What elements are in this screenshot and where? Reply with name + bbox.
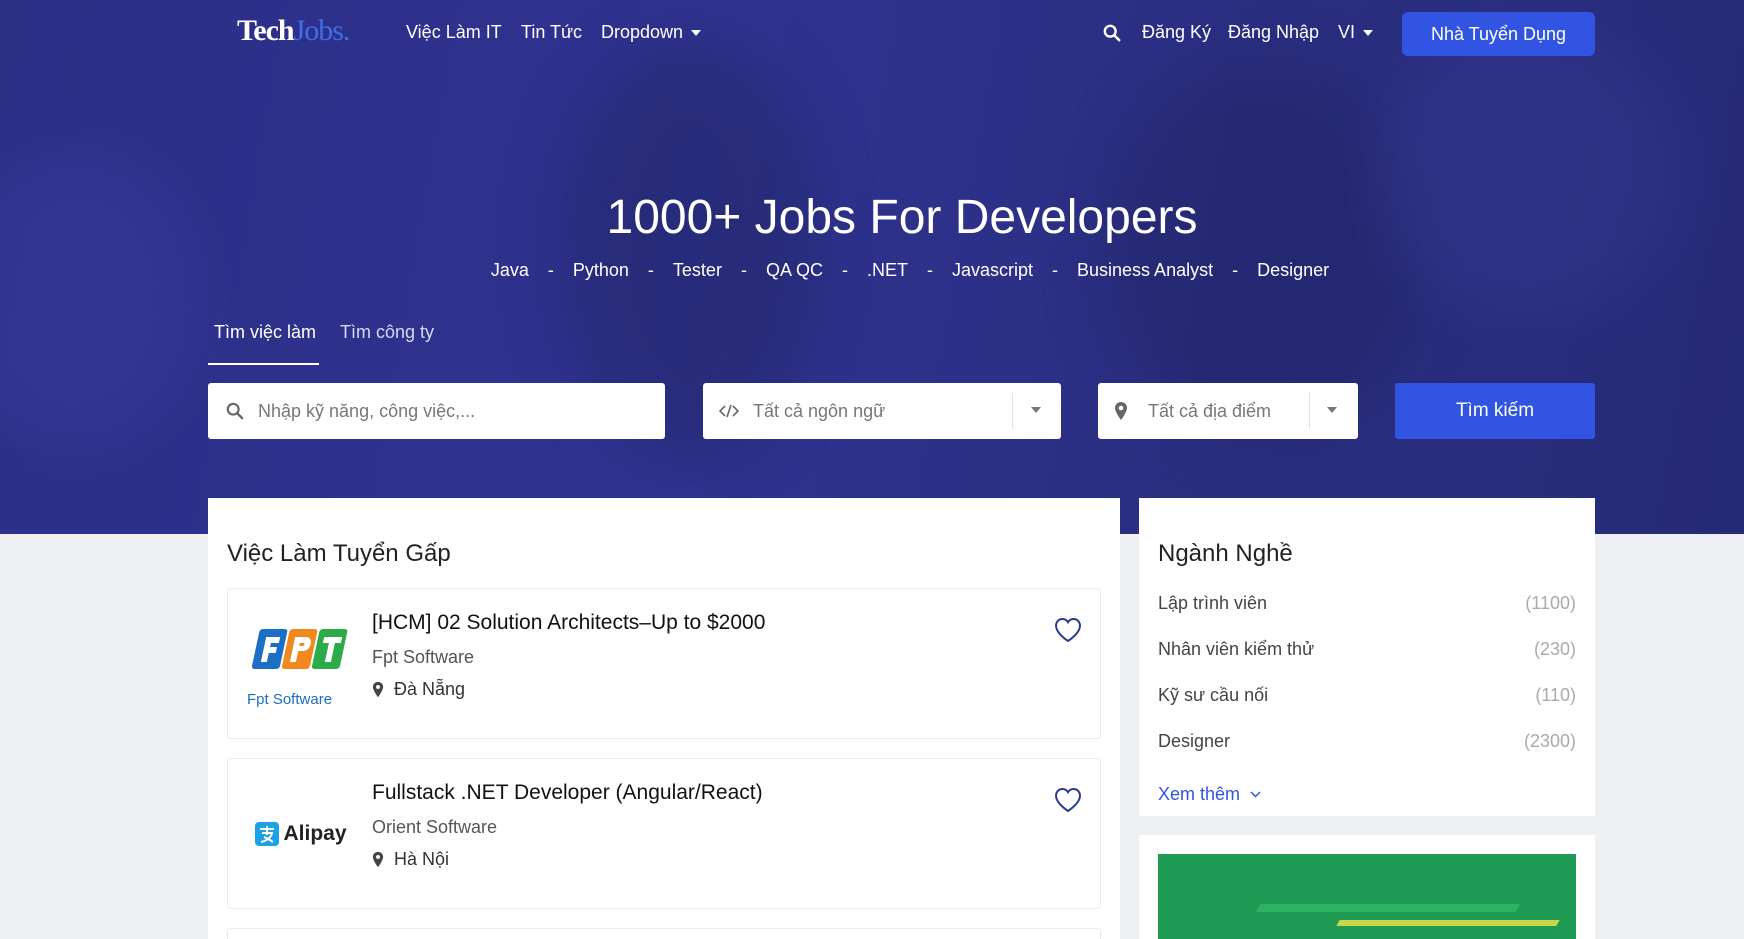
category-count: (1100) [1525, 593, 1576, 613]
nav-link-news[interactable]: Tin Tức [521, 22, 582, 43]
login-link[interactable]: Đăng Nhập [1228, 22, 1319, 43]
job-card[interactable]: Alipay Fullstack .NET Developer (Angular… [227, 758, 1101, 909]
company-name[interactable]: Fpt Software [372, 647, 474, 668]
keyword-search-input[interactable]: Nhập kỹ năng, công việc,... [208, 383, 665, 439]
map-pin-icon [372, 681, 384, 698]
category-item[interactable]: Nhân viên kiểm thử (230) [1158, 639, 1576, 660]
category-label: Kỹ sư cầu nối [1158, 685, 1269, 705]
map-pin-icon [372, 851, 384, 868]
tag-designer[interactable]: Designer [1257, 260, 1329, 281]
tag-qa-qc[interactable]: QA QC [766, 260, 823, 281]
categories-card: Ngành Nghề Lập trình viên (1100) Nhân viê… [1139, 498, 1595, 816]
tag-business-analyst[interactable]: Business Analyst [1077, 260, 1213, 281]
keyword-placeholder: Nhập kỹ năng, công việc,... [258, 401, 476, 421]
urgent-jobs-card: Việc Làm Tuyển Gấp Fpt Software [HCM] 02… [208, 498, 1120, 939]
employer-button[interactable]: Nhà Tuyển Dụng [1402, 12, 1595, 56]
categories-title: Ngành Nghề [1158, 540, 1293, 567]
tag-separator: - [547, 260, 554, 280]
top-navbar: TechJobs. Việc Làm IT Tin Tức Dropdown Đ… [0, 0, 1744, 66]
company-logo: Fpt Software [244, 609, 358, 719]
language-label: VI [1338, 22, 1356, 42]
chevron-down-icon [1031, 407, 1041, 413]
ad-banner-image[interactable] [1158, 854, 1576, 939]
job-card[interactable]: Fpt Software [HCM] 02 Solution Architect… [227, 588, 1101, 739]
chevron-down-icon [1327, 407, 1337, 413]
location-value: Tất cả địa điểm [1148, 401, 1272, 421]
search-icon [226, 402, 244, 420]
banner-stripe [1255, 904, 1521, 912]
tab-find-jobs[interactable]: Tìm việc làm [214, 322, 316, 343]
job-location-text: Hà Nội [394, 849, 450, 869]
code-icon [719, 404, 739, 418]
chevron-down-icon [691, 30, 702, 37]
language-value: Tất cả ngôn ngữ [753, 401, 886, 421]
company-logo-text: Fpt Software [247, 691, 333, 708]
job-location: Hà Nội [372, 849, 449, 870]
see-more-link[interactable]: Xem thêm [1158, 784, 1261, 805]
tag-java[interactable]: Java [491, 260, 529, 281]
category-count: (2300) [1523, 731, 1576, 751]
register-link[interactable]: Đăng Ký [1142, 22, 1211, 43]
job-title[interactable]: [HCM] 02 Solution Architects–Up to $2000 [372, 611, 765, 635]
location-select[interactable]: Tất cả địa điểm [1098, 383, 1358, 439]
tag-separator: - [1232, 260, 1239, 280]
language-selector[interactable]: VI [1338, 22, 1374, 43]
category-label: Designer [1158, 731, 1231, 751]
chevron-down-icon [1363, 30, 1374, 37]
nav-dropdown-label: Dropdown [601, 22, 684, 42]
hero-title: 1000+ Jobs For Developers [606, 191, 1198, 244]
tag-dotnet[interactable]: .NET [867, 260, 908, 281]
heart-icon[interactable] [1054, 617, 1082, 643]
tag-javascript[interactable]: Javascript [952, 260, 1033, 281]
tag-separator: - [926, 260, 933, 280]
category-label: Lập trình viên [1158, 593, 1268, 613]
select-divider [1012, 393, 1013, 429]
job-title[interactable]: Fullstack .NET Developer (Angular/React) [372, 781, 763, 805]
alipay-logo-icon [255, 822, 280, 846]
job-location: Đà Nẵng [372, 679, 465, 700]
map-pin-icon [1115, 402, 1127, 420]
site-logo[interactable]: TechJobs. [237, 14, 350, 48]
nav-link-it-jobs[interactable]: Việc Làm IT [406, 22, 502, 43]
company-logo-text: Alipay [283, 822, 347, 845]
banner-stripe [1336, 920, 1560, 926]
search-icon[interactable] [1103, 24, 1121, 42]
heart-icon[interactable] [1054, 787, 1082, 813]
active-tab-indicator [208, 363, 319, 365]
search-submit-button[interactable]: Tìm kiếm [1395, 383, 1595, 439]
tag-separator: - [740, 260, 747, 280]
select-divider [1309, 393, 1310, 429]
chevron-down-icon [1250, 791, 1261, 798]
nav-dropdown[interactable]: Dropdown [601, 22, 702, 43]
language-select[interactable]: Tất cả ngôn ngữ [703, 383, 1061, 439]
ad-card [1139, 835, 1595, 939]
company-logo: Alipay [244, 779, 358, 889]
tag-separator: - [841, 260, 848, 280]
tag-separator: - [1052, 260, 1059, 280]
category-label: Nhân viên kiểm thử [1158, 639, 1315, 659]
tag-tester[interactable]: Tester [673, 260, 722, 281]
skill-tags: Java - Python - Tester - QA QC - .NET - Javas… [460, 260, 1360, 281]
tab-find-companies[interactable]: Tìm công ty [340, 322, 434, 343]
category-item[interactable]: Designer (2300) [1158, 731, 1576, 752]
job-location-text: Đà Nẵng [394, 679, 466, 699]
category-count: (110) [1535, 685, 1576, 705]
urgent-jobs-title: Việc Làm Tuyển Gấp [227, 540, 451, 567]
company-name[interactable]: Orient Software [372, 817, 497, 838]
see-more-label: Xem thêm [1158, 784, 1241, 804]
job-card[interactable] [227, 928, 1101, 939]
tag-separator: - [647, 260, 654, 280]
category-item[interactable]: Lập trình viên (1100) [1158, 593, 1576, 614]
tag-python[interactable]: Python [573, 260, 629, 281]
category-item[interactable]: Kỹ sư cầu nối (110) [1158, 685, 1576, 706]
category-count: (230) [1533, 639, 1576, 659]
